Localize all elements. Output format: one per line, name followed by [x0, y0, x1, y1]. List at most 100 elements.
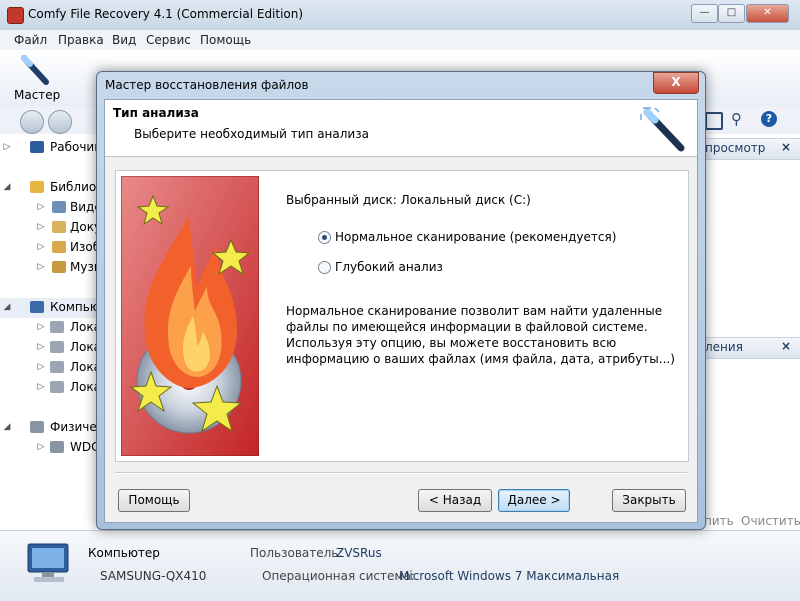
- selected-disk-label: Выбранный диск: Локальный диск (C:): [286, 193, 531, 207]
- status-computer-name: SAMSUNG-QX410: [100, 569, 207, 583]
- tree-item-wdc[interactable]: ▷ WDC: [0, 438, 100, 458]
- status-os-label: Операционная система:: [262, 569, 415, 583]
- tree-item-music[interactable]: ▷ Музыка: [0, 258, 100, 278]
- status-os-value: Microsoft Windows 7 Максимальная: [399, 569, 620, 583]
- dialog-title: Мастер восстановления файлов: [105, 78, 309, 92]
- expand-arrow-icon[interactable]: ▷: [34, 242, 48, 252]
- music-folder-icon: [52, 261, 66, 273]
- app-title: Comfy File Recovery 4.1 (Commercial Edit…: [28, 7, 304, 21]
- status-bar: [0, 530, 800, 601]
- wizard-step-subtitle: Выберите необходимый тип анализа: [134, 127, 369, 141]
- preview-panel-header: просмотр ×: [700, 138, 800, 160]
- tree-item-images[interactable]: ▷ Изображения: [0, 238, 100, 258]
- save-icon[interactable]: [705, 112, 723, 130]
- tree-item-videos[interactable]: ▷ Видео: [0, 198, 100, 218]
- expand-arrow-icon[interactable]: ▷: [34, 322, 48, 332]
- drive-icon: [50, 341, 64, 353]
- wizard-toolbar-label: Мастер: [14, 88, 61, 102]
- wizard-toolbar-button[interactable]: Мастер: [8, 52, 60, 104]
- preview-header-label: просмотр: [705, 141, 766, 155]
- back-nav-icon[interactable]: [20, 110, 44, 134]
- radio-button[interactable]: [318, 261, 331, 274]
- status-user-value: ZVSRus: [336, 546, 382, 560]
- help-icon[interactable]: ?: [761, 111, 777, 127]
- hard-disk-icon: [30, 421, 44, 433]
- panel-close-icon[interactable]: ×: [781, 140, 791, 154]
- minimize-button[interactable]: —: [691, 4, 718, 23]
- deep-scan-option[interactable]: Глубокий анализ: [318, 259, 518, 277]
- help-button[interactable]: Помощь: [118, 489, 190, 512]
- menu-view[interactable]: Вид: [112, 33, 136, 47]
- magic-wand-icon: [21, 55, 49, 85]
- tree-item-libraries[interactable]: ◢ Библиотеки: [0, 178, 100, 198]
- expand-arrow-icon[interactable]: ▷: [34, 442, 48, 452]
- expand-arrow-icon[interactable]: ▷: [34, 262, 48, 272]
- app-icon: [7, 7, 24, 24]
- collapse-arrow-icon[interactable]: ◢: [0, 182, 14, 192]
- app-close-button[interactable]: ✕: [746, 4, 789, 23]
- computer-monitor-icon: [27, 543, 69, 582]
- collapse-arrow-icon[interactable]: ◢: [0, 302, 14, 312]
- wizard-header: Тип анализа Выберите необходимый тип ана…: [105, 100, 697, 157]
- video-folder-icon: [52, 201, 66, 213]
- menu-tools[interactable]: Сервис: [146, 33, 191, 47]
- radio-button-selected[interactable]: [318, 231, 331, 244]
- menu-edit[interactable]: Правка: [58, 33, 104, 47]
- close-button[interactable]: Закрыть: [612, 489, 686, 512]
- drive-icon: [50, 381, 64, 393]
- recovery-wizard-dialog: Мастер восстановления файлов X Тип анали…: [96, 71, 706, 530]
- search-icon[interactable]: ⚲: [731, 110, 742, 128]
- expand-arrow-icon[interactable]: ▷: [34, 342, 48, 352]
- drive-icon: [50, 321, 64, 333]
- expand-arrow-icon[interactable]: ▷: [34, 362, 48, 372]
- tree-item-local-disk[interactable]: ▷ Локальный диск: [0, 318, 100, 338]
- restore-header-label: ления: [705, 340, 743, 354]
- tree-item-documents[interactable]: ▷ Документы: [0, 218, 100, 238]
- hard-disk-icon: [50, 441, 64, 453]
- right-panel: [700, 134, 800, 530]
- scan-description: Нормальное сканирование позволит вам най…: [286, 304, 675, 366]
- expand-arrow-icon[interactable]: ▷: [34, 202, 48, 212]
- expand-arrow-icon[interactable]: ▷: [34, 222, 48, 232]
- clear-button[interactable]: Очистить: [741, 514, 800, 528]
- maximize-button[interactable]: □: [718, 4, 745, 23]
- drive-icon: [50, 361, 64, 373]
- dialog-body: Тип анализа Выберите необходимый тип ана…: [104, 99, 698, 523]
- status-computer-label: Компьютер: [88, 546, 160, 560]
- normal-scan-option[interactable]: Нормальное сканирование (рекомендуется): [318, 229, 616, 247]
- restore-button[interactable]: пить: [704, 514, 734, 528]
- wizard-content: Выбранный диск: Локальный диск (C:) Норм…: [115, 170, 689, 462]
- tree-label: Компьютер: [50, 300, 100, 314]
- magic-wand-icon: [640, 107, 685, 152]
- tree-item-physical-disks[interactable]: ◢ Физические диски: [0, 418, 100, 438]
- collapse-arrow-icon[interactable]: ◢: [0, 422, 14, 432]
- next-button[interactable]: Далее >: [498, 489, 570, 512]
- tree-label: Физические диски: [50, 420, 100, 434]
- tree-label: Рабочий стол: [50, 140, 100, 154]
- tree-item-local-disk[interactable]: ▷ Локальный диск: [0, 378, 100, 398]
- tree-label: Библиотеки: [50, 180, 100, 194]
- menu-file[interactable]: Файл: [14, 33, 47, 47]
- deep-scan-label: Глубокий анализ: [335, 260, 443, 274]
- panel-close-icon[interactable]: ×: [781, 339, 791, 353]
- status-user-label: Пользователь:: [250, 546, 343, 560]
- back-button[interactable]: < Назад: [418, 489, 492, 512]
- fire-disk-illustration: [121, 176, 259, 456]
- tree-item-desktop[interactable]: ▷ Рабочий стол: [0, 138, 100, 158]
- footer-divider: [115, 472, 687, 474]
- documents-folder-icon: [52, 221, 66, 233]
- expand-arrow-icon[interactable]: ▷: [34, 382, 48, 392]
- normal-scan-label: Нормальное сканирование (рекомендуется): [335, 230, 617, 244]
- menu-help[interactable]: Помощь: [200, 33, 251, 47]
- tree-item-local-disk[interactable]: ▷ Локальный диск: [0, 338, 100, 358]
- desktop-icon: [30, 141, 44, 153]
- forward-nav-icon[interactable]: [48, 110, 72, 134]
- tree-item-computer[interactable]: ◢ Компьютер: [0, 298, 100, 318]
- restore-panel-header: ления ×: [700, 337, 800, 359]
- tree-item-local-disk[interactable]: ▷ Локальный диск: [0, 358, 100, 378]
- library-icon: [30, 181, 44, 193]
- dialog-close-button[interactable]: X: [653, 72, 699, 94]
- expand-arrow-icon[interactable]: ▷: [0, 142, 14, 152]
- computer-icon: [30, 301, 44, 313]
- wizard-step-title: Тип анализа: [113, 106, 199, 120]
